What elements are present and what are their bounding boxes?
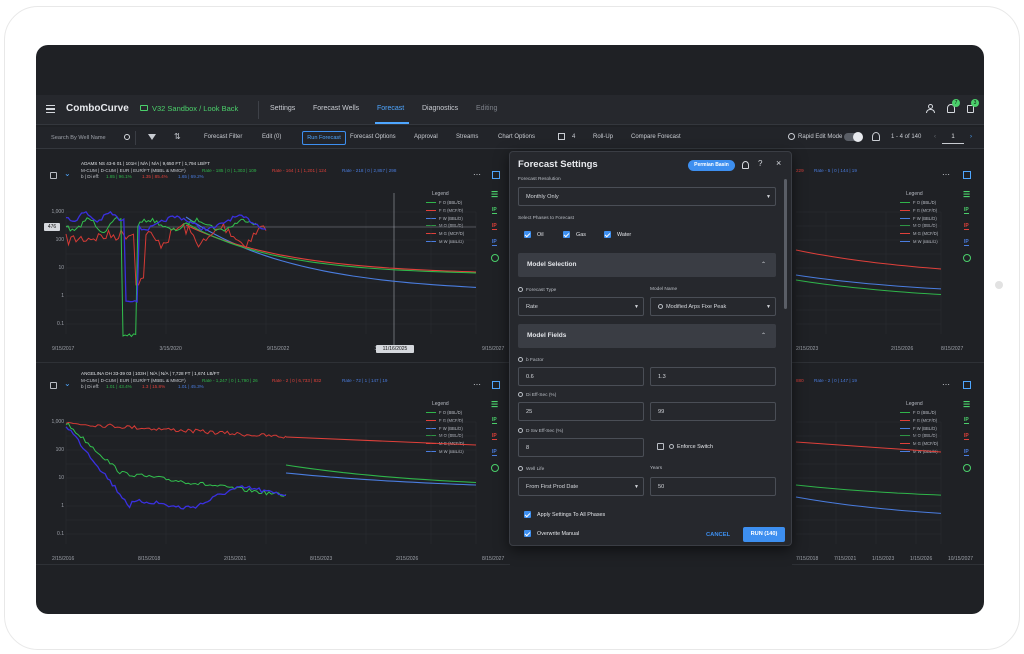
forecast-water-curve xyxy=(285,472,477,486)
info-icon xyxy=(518,287,523,292)
forecast-type-label: Forecast Type xyxy=(518,287,556,293)
years-input[interactable]: 50 xyxy=(650,477,776,496)
well-life-label: Well Life xyxy=(518,466,544,472)
chevron-down-icon: ▼ xyxy=(634,304,639,310)
frame-dot xyxy=(995,281,1003,289)
b-factor-min-input[interactable]: 0.6 xyxy=(518,367,644,386)
overwrite-checkbox[interactable] xyxy=(524,530,531,537)
oil-label: Oil xyxy=(537,232,544,238)
close-icon[interactable]: × xyxy=(776,158,781,168)
enforce-switch-label: Enforce Switch xyxy=(669,444,713,450)
water-checkbox[interactable] xyxy=(604,231,611,238)
forecast-settings-modal: Forecast Settings Permian Basin ? × Fore… xyxy=(509,151,792,546)
info-icon xyxy=(518,466,523,471)
forecast-oil-curve xyxy=(795,484,942,496)
di-eff-min-input[interactable]: 25 xyxy=(518,402,644,421)
model-name-label: Model Name xyxy=(650,287,678,292)
run-button[interactable]: RUN (140) xyxy=(743,527,785,542)
enforce-switch-checkbox[interactable] xyxy=(657,443,664,450)
oil-checkbox[interactable] xyxy=(524,231,531,238)
chevron-down-icon: ▼ xyxy=(634,484,639,490)
well-life-select[interactable]: From First Prod Date xyxy=(518,477,644,496)
chevron-up-icon: ⌃ xyxy=(761,333,767,339)
info-icon xyxy=(658,304,663,309)
model-fields-section[interactable]: Model Fields ⌃ xyxy=(518,324,776,348)
model-name-select[interactable]: Modified Arps Fixe Peak xyxy=(650,297,776,316)
forecast-water-curve xyxy=(795,496,942,514)
d-sw-eff-input[interactable]: 8 xyxy=(518,438,644,457)
info-icon xyxy=(518,392,523,397)
modal-scrollbar[interactable] xyxy=(784,179,787,309)
b-factor-label: b Factor xyxy=(518,357,544,363)
user-settings-icon[interactable] xyxy=(742,161,749,169)
chevron-down-icon: ▼ xyxy=(766,194,771,200)
info-icon xyxy=(518,428,523,433)
measured-oil-curve xyxy=(65,216,257,338)
basin-badge[interactable]: Permian Basin xyxy=(688,160,735,171)
forecast-type-select[interactable]: Rate xyxy=(518,297,644,316)
help-icon[interactable]: ? xyxy=(758,159,762,168)
apply-all-label: Apply Settings To All Phases xyxy=(537,512,606,518)
water-label: Water xyxy=(617,232,632,238)
measured-oil-curve xyxy=(65,422,287,497)
forecast-gas-curve xyxy=(795,249,942,270)
resolution-select[interactable]: Monthly Only xyxy=(518,187,776,206)
di-eff-label: Di Eff-Sec (%) xyxy=(518,392,556,398)
forecast-gas-curve xyxy=(285,436,477,446)
di-eff-max-input[interactable]: 99 xyxy=(650,402,776,421)
info-icon xyxy=(669,444,674,449)
overwrite-label: Overwrite Manual xyxy=(537,531,580,537)
forecast-oil-curve xyxy=(285,464,477,484)
apply-all-checkbox[interactable] xyxy=(524,511,531,518)
forecast-gas-curve xyxy=(795,441,942,453)
measured-water-curve xyxy=(65,426,287,510)
gas-label: Gas xyxy=(576,232,586,238)
resolution-label: Forecast Resolution xyxy=(518,177,561,182)
b-factor-max-input[interactable]: 1.3 xyxy=(650,367,776,386)
info-icon xyxy=(518,357,523,362)
cancel-button[interactable]: CANCEL xyxy=(706,532,730,538)
chevron-up-icon: ⌃ xyxy=(761,262,767,268)
years-label: Years xyxy=(650,466,663,471)
modal-title: Forecast Settings xyxy=(518,159,598,170)
combocurve-app: ComboCurve V32 Sandbox / Look Back Setti… xyxy=(36,45,984,614)
phases-label: Select Phases to Forecast xyxy=(518,216,574,221)
gas-checkbox[interactable] xyxy=(563,231,570,238)
d-sw-eff-label: D Sw Eff-Sec (%) xyxy=(518,428,563,434)
chevron-down-icon: ▼ xyxy=(766,304,771,310)
model-selection-section[interactable]: Model Selection ⌃ xyxy=(518,253,776,277)
